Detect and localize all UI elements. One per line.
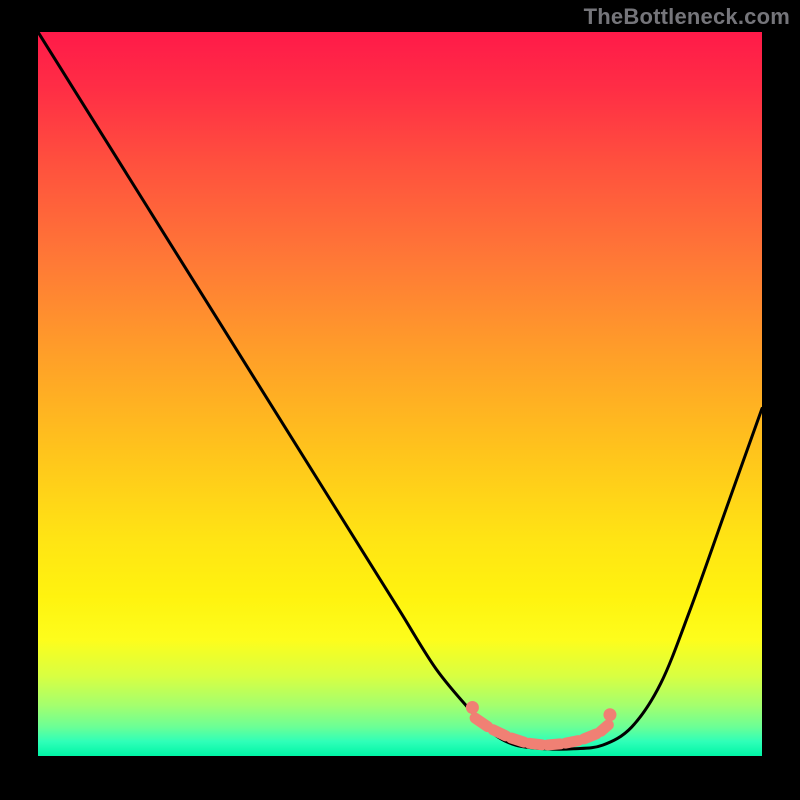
highlight-dash — [511, 738, 524, 742]
highlight-end-dot — [466, 701, 479, 714]
curve-layer — [38, 32, 762, 756]
highlight-band-markers — [466, 701, 617, 745]
highlight-dash — [548, 744, 561, 745]
highlight-end-dot — [603, 708, 616, 721]
highlight-dash — [475, 718, 488, 727]
chart-container: TheBottleneck.com — [0, 0, 800, 800]
bottleneck-curve-line — [38, 32, 762, 749]
highlight-dash — [493, 730, 506, 736]
highlight-dash — [584, 734, 597, 739]
highlight-dash — [529, 743, 542, 745]
plot-area — [38, 32, 762, 756]
watermark-text: TheBottleneck.com — [584, 4, 790, 30]
highlight-dash — [601, 725, 609, 732]
highlight-dash — [566, 741, 579, 744]
